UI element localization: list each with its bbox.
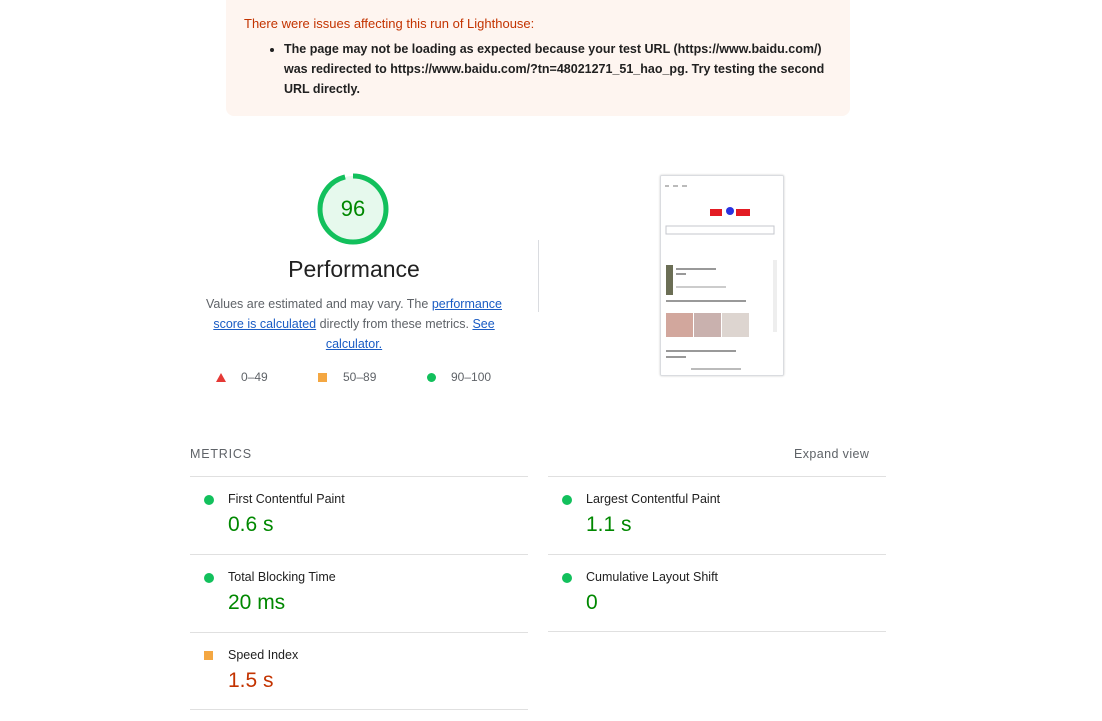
metric-value: 1.5 s (228, 669, 274, 692)
warning-item: The page may not be loading as expected … (284, 39, 832, 99)
metrics-heading: METRICS (190, 447, 252, 461)
square-icon (318, 373, 327, 382)
metric-value: 0.6 s (228, 513, 274, 536)
final-screenshot-thumbnail[interactable] (660, 175, 784, 376)
circle-icon (204, 495, 214, 505)
circle-icon (204, 573, 214, 583)
circle-icon (562, 573, 572, 583)
performance-score: 96 (340, 196, 366, 221)
metric-name: Largest Contentful Paint (586, 492, 721, 506)
performance-title: Performance (288, 256, 420, 282)
divider (538, 240, 539, 312)
metric-name: Speed Index (228, 648, 299, 662)
desc-text-2: directly from these metrics. (316, 317, 473, 331)
expand-view-toggle[interactable]: Expand view (794, 447, 869, 461)
warning-banner: There were issues affecting this run of … (226, 0, 850, 116)
circle-icon (562, 495, 572, 505)
desc-text-1: Values are estimated and may vary. The (206, 297, 432, 311)
performance-description: Values are estimated and may vary. The p… (198, 294, 510, 354)
metric-speed-index: Speed Index 1.5 s (190, 633, 528, 711)
metric-name: First Contentful Paint (228, 492, 345, 506)
metric-total-blocking-time: Total Blocking Time 20 ms (190, 555, 528, 633)
divider (190, 709, 528, 710)
legend-range: 90–100 (451, 370, 492, 384)
divider (548, 631, 886, 632)
metric-cumulative-layout-shift: Cumulative Layout Shift 0 (548, 555, 886, 633)
metric-value: 20 ms (228, 591, 286, 614)
warning-title: There were issues affecting this run of … (244, 16, 535, 31)
triangle-icon (216, 373, 226, 382)
performance-gauge[interactable]: 96 (316, 172, 390, 246)
metric-value: 1.1 s (586, 513, 632, 536)
metric-first-contentful-paint: First Contentful Paint 0.6 s (190, 477, 528, 555)
metric-largest-contentful-paint: Largest Contentful Paint 1.1 s (548, 477, 886, 555)
square-icon (204, 651, 213, 660)
metric-value: 0 (586, 591, 598, 614)
metric-name: Total Blocking Time (228, 570, 336, 584)
page-preview-image (661, 176, 783, 375)
metric-name: Cumulative Layout Shift (586, 570, 719, 584)
legend-range: 0–49 (241, 370, 268, 384)
legend-range: 50–89 (343, 370, 377, 384)
warning-list: The page may not be loading as expected … (244, 39, 832, 99)
circle-icon (427, 373, 436, 382)
